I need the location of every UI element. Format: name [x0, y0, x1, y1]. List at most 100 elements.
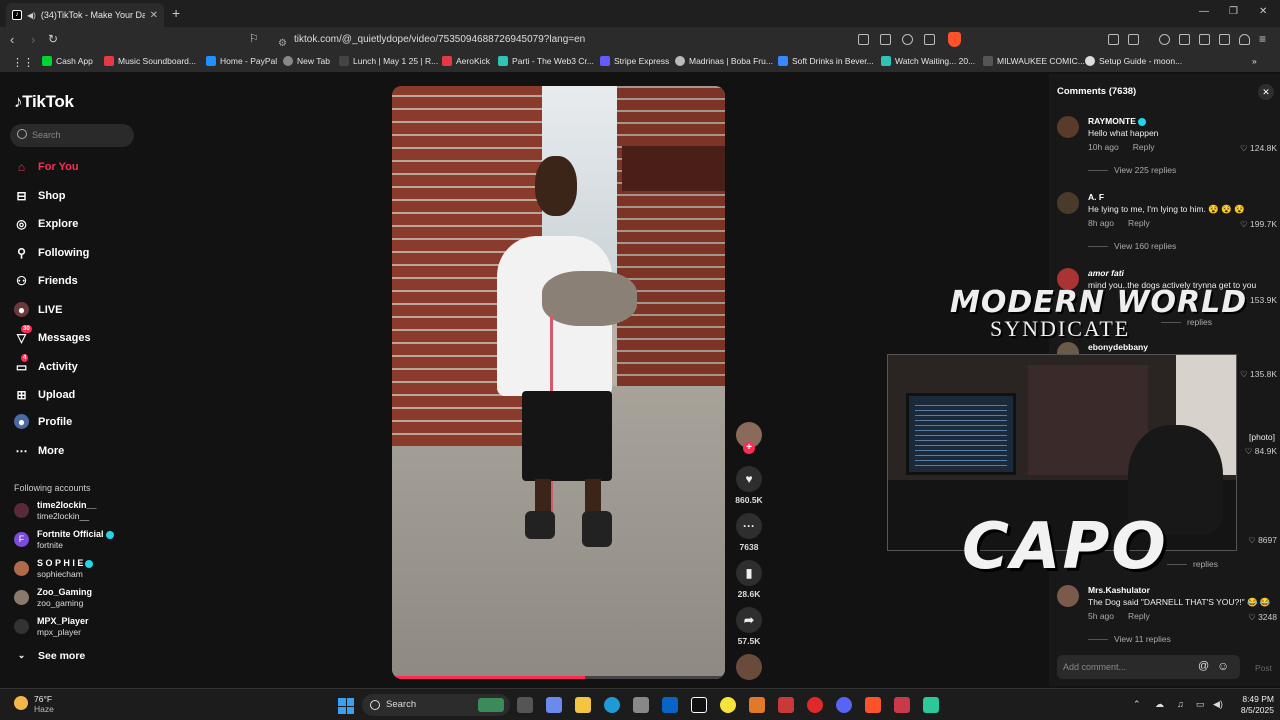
avatar[interactable] [1057, 192, 1079, 214]
menu-icon[interactable]: ≡ [1259, 32, 1266, 46]
outlook-icon[interactable] [662, 697, 678, 713]
comment-user[interactable]: A. F [1088, 192, 1104, 202]
video-progress-bar[interactable] [392, 676, 725, 679]
extensions-icon[interactable] [1108, 34, 1119, 45]
tiktok-logo[interactable]: ♪TikTok [14, 92, 74, 112]
app-green-icon[interactable] [923, 697, 939, 713]
view-replies-button[interactable]: View 160 replies [1088, 241, 1176, 251]
tray-overflow-icon[interactable]: ⌃ [1133, 699, 1141, 710]
bookmark-item[interactable]: Madrinas | Boba Fru... [675, 56, 773, 66]
nav-friends[interactable]: ⚇ Friends [14, 273, 78, 288]
like-button[interactable]: ♥ 860.5K [735, 466, 763, 505]
copilot-icon[interactable] [546, 697, 562, 713]
zoom-icon[interactable] [902, 34, 913, 45]
close-window-icon[interactable]: ✕ [1259, 6, 1267, 17]
comment-like-button[interactable]: ♡ 84.9K [1245, 446, 1277, 457]
account-item[interactable]: Zoo_Gaming zoo_gaming [14, 587, 92, 608]
minimize-icon[interactable]: — [1199, 6, 1209, 17]
brave-shield-icon[interactable] [948, 32, 961, 47]
music-icon[interactable] [1159, 34, 1170, 45]
avatar[interactable] [1057, 585, 1079, 607]
back-icon[interactable]: ‹ [10, 32, 14, 47]
taskbar-search[interactable]: Search [362, 694, 510, 716]
wallet-icon[interactable] [1199, 34, 1210, 45]
sidebar-icon[interactable] [1179, 34, 1190, 45]
reply-button[interactable]: Reply [1128, 611, 1150, 621]
translate-icon[interactable] [858, 34, 869, 45]
comment-button[interactable]: ··· 7638 [735, 513, 763, 552]
nav-more[interactable]: ⋯ More [14, 443, 65, 458]
site-info-icon[interactable]: ⚙ [278, 34, 287, 54]
nav-live[interactable]: ● LIVE [14, 302, 62, 317]
bookmark-item[interactable]: Setup Guide - moon... [1085, 56, 1182, 66]
vpn-icon[interactable] [1239, 34, 1250, 45]
tiktok-app-icon[interactable] [691, 697, 707, 713]
nav-profile[interactable]: ● Profile [14, 414, 72, 429]
comment-like-button[interactable]: ♡ 3248 [1248, 612, 1277, 623]
comment-user[interactable]: Mrs.Kashulator [1088, 585, 1150, 595]
bookmark-item[interactable]: Parti - The Web3 Cr... [498, 56, 594, 66]
bookmark-item[interactable]: Watch Waiting... 20... [881, 56, 975, 66]
new-tab-button[interactable]: + [172, 5, 180, 21]
comment-user[interactable]: amor fati [1088, 268, 1124, 278]
comment-user[interactable]: ebonydebbany [1088, 342, 1148, 352]
bookmark-item[interactable]: Soft Drinks in Bever... [778, 56, 874, 66]
apps-grid-icon[interactable]: ⋮⋮ [12, 56, 34, 69]
view-replies-button[interactable]: replies [1167, 559, 1218, 569]
store-icon[interactable] [633, 697, 649, 713]
comment-user[interactable]: RAYMONTE [1088, 116, 1146, 126]
account-item[interactable]: MPX_Player mpx_player [14, 616, 89, 637]
view-replies-button[interactable]: View 225 replies [1088, 165, 1176, 175]
opera-icon[interactable] [807, 697, 823, 713]
search-input[interactable]: Search [10, 124, 134, 147]
app-tf-icon[interactable] [778, 697, 794, 713]
more-bookmarks-icon[interactable]: » [1252, 56, 1257, 66]
microphone-icon[interactable]: ♫ [1177, 699, 1184, 709]
video-player[interactable] [392, 86, 725, 679]
follow-plus-icon[interactable]: + [743, 442, 755, 454]
snapchat-icon[interactable] [720, 697, 736, 713]
avatar[interactable] [1057, 116, 1079, 138]
brave-beta-icon[interactable] [894, 697, 910, 713]
account-item[interactable]: S O P H I Esophiecham [14, 558, 94, 579]
bookmark-item[interactable]: Cash App [42, 56, 93, 66]
discord-icon[interactable] [836, 697, 852, 713]
restore-icon[interactable]: ❐ [1229, 6, 1238, 17]
nav-for-you[interactable]: ⌂ For You [14, 159, 79, 174]
close-comments-icon[interactable]: ✕ [1258, 84, 1274, 100]
nav-messages[interactable]: ▽ 30 Messages [14, 325, 91, 345]
comment-like-button[interactable]: ♡ 8697 [1248, 535, 1277, 546]
account-item[interactable]: F Fortnite Official fortnite [14, 529, 114, 550]
forward-icon[interactable]: › [31, 32, 35, 47]
app-a-icon[interactable] [749, 697, 765, 713]
leo-ai-icon[interactable] [1219, 34, 1230, 45]
music-disc-button[interactable] [735, 654, 763, 683]
bookmark-icon[interactable]: ⚐ [249, 32, 259, 45]
screenshot-icon[interactable] [1128, 34, 1139, 45]
brave-icon[interactable] [865, 697, 881, 713]
save-button[interactable]: ▮ 28.6K [735, 560, 763, 599]
bookmark-item[interactable]: Stripe Express [600, 56, 669, 66]
weather-widget[interactable]: 76°F Haze [14, 694, 54, 714]
volume-icon[interactable]: ◀) [1213, 699, 1223, 710]
nav-explore[interactable]: ◎ Explore [14, 216, 78, 231]
see-more-button[interactable]: ⌄ See more [14, 648, 86, 663]
bookmark-item[interactable]: AeroKick [442, 56, 490, 66]
view-replies-button[interactable]: View 11 replies [1088, 634, 1171, 644]
mention-icon[interactable]: @ [1198, 660, 1209, 672]
audio-icon[interactable]: ◀) [27, 11, 36, 20]
nav-activity[interactable]: ▭ 4 Activity [14, 354, 78, 374]
task-view-icon[interactable] [517, 697, 533, 713]
file-explorer-icon[interactable] [575, 697, 591, 713]
share-button[interactable]: ➦ 57.5K [735, 607, 763, 646]
bookmark-item[interactable]: Lunch | May 1 25 | R... [339, 56, 438, 66]
reply-button[interactable]: Reply [1128, 218, 1150, 228]
bookmark-item[interactable]: New Tab [283, 56, 330, 66]
close-tab-icon[interactable]: ✕ [150, 10, 158, 21]
browser-tab[interactable]: ♪ ◀) (34)TikTok - Make Your Day ✕ [6, 3, 164, 27]
share-icon[interactable] [924, 34, 935, 45]
nav-following[interactable]: ⚲ Following [14, 245, 89, 260]
add-comment-input[interactable]: Add comment... [1057, 655, 1240, 679]
reload-icon[interactable]: ↻ [48, 32, 58, 46]
edge-icon[interactable] [604, 697, 620, 713]
